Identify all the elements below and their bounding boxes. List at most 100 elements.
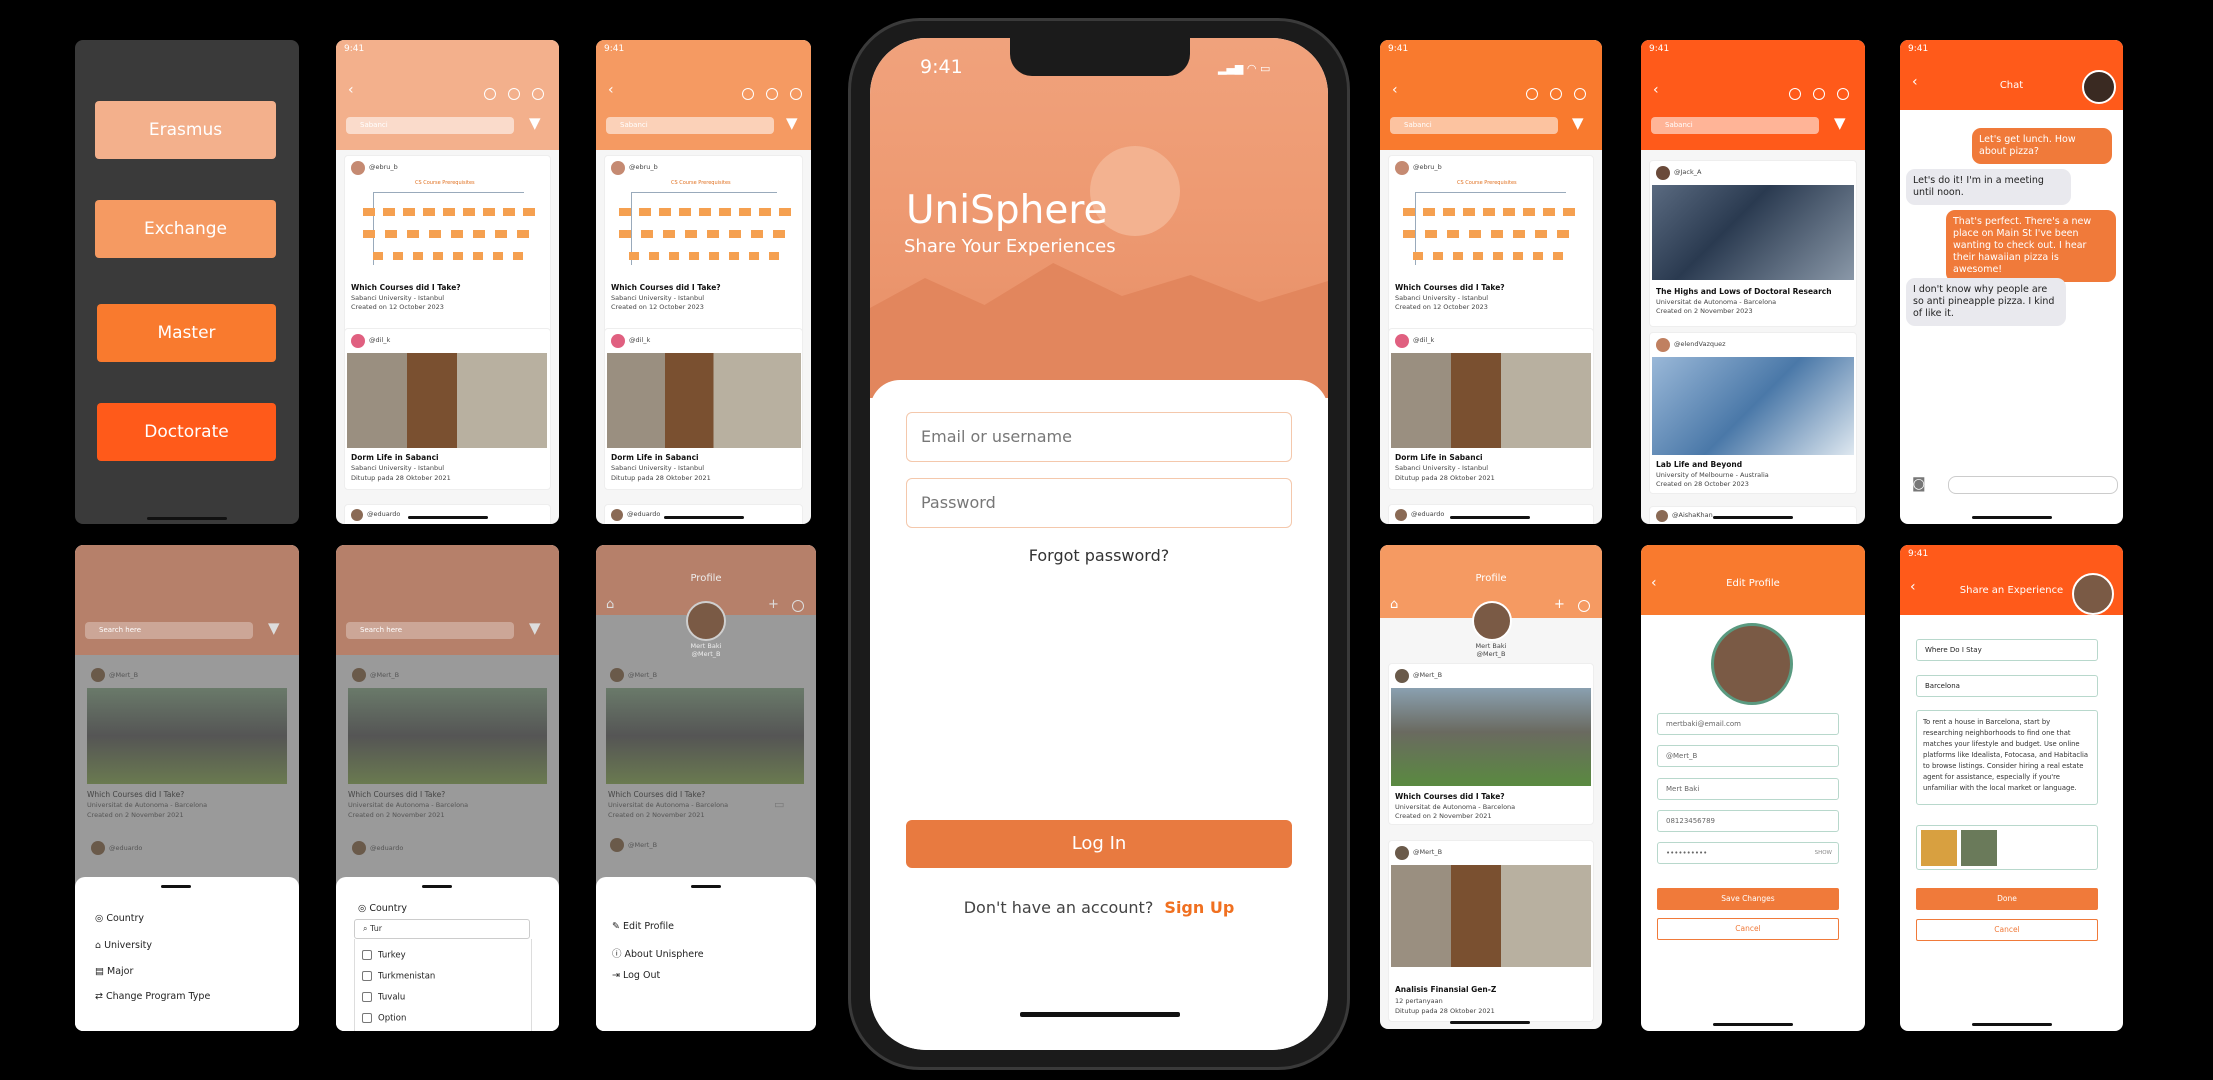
- country-search-input[interactable]: ⌕ Tur: [354, 919, 530, 939]
- post-title: Which Courses did I Take?: [1395, 283, 1505, 292]
- add-icon[interactable]: +: [1554, 597, 1565, 612]
- home-icon[interactable]: ⌂: [606, 597, 614, 612]
- edit-profile-item[interactable]: ✎ Edit Profile: [612, 921, 674, 932]
- filter-university[interactable]: ⌂ University: [95, 940, 152, 951]
- handle-field[interactable]: @Mert_B: [1657, 745, 1839, 767]
- search-input[interactable]: Search here: [85, 622, 253, 639]
- cancel-button[interactable]: Cancel: [1916, 919, 2098, 941]
- done-button[interactable]: Done: [1916, 888, 2098, 910]
- post-card[interactable]: @dil_k Dorm Life in Sabanci Sabanci Univ…: [1388, 328, 1594, 490]
- tagline: Share Your Experiences: [904, 236, 1116, 257]
- post-card[interactable]: @elendVazquez Lab Life and Beyond Univer…: [1649, 332, 1857, 494]
- post-card[interactable]: @eduardo: [344, 504, 551, 524]
- image-attachments[interactable]: [1916, 825, 2098, 870]
- cancel-button[interactable]: Cancel: [1657, 918, 1839, 940]
- back-icon[interactable]: ‹: [348, 82, 354, 98]
- home-icon[interactable]: ⌂: [1390, 597, 1398, 612]
- title-field[interactable]: Where Do I Stay: [1916, 639, 2098, 661]
- exchange-button[interactable]: Exchange: [95, 200, 276, 258]
- settings-icon[interactable]: [742, 88, 754, 100]
- email-field[interactable]: mertbaki@email.com: [1657, 713, 1839, 735]
- logout-item[interactable]: ⇥ Log Out: [612, 970, 660, 981]
- search-input[interactable]: Sabanci: [346, 117, 514, 134]
- profile-icon[interactable]: [532, 88, 544, 100]
- name-field[interactable]: Mert Baki: [1657, 778, 1839, 800]
- profile-avatar[interactable]: [1711, 623, 1793, 705]
- post-card[interactable]: @Mert_B Which Courses did I Take? Univer…: [1388, 663, 1594, 825]
- filter-country[interactable]: ◎ Country: [95, 913, 144, 924]
- password-field[interactable]: Password: [906, 478, 1292, 528]
- chat-icon[interactable]: [1813, 88, 1825, 100]
- post-university: Sabanci University - Istanbul: [1395, 464, 1489, 472]
- message-input[interactable]: [1948, 476, 2118, 494]
- signup-link[interactable]: Sign Up: [1164, 898, 1234, 917]
- location-field[interactable]: Barcelona: [1916, 675, 2098, 697]
- sheet-handle[interactable]: [422, 885, 452, 888]
- experience-body[interactable]: To rent a house in Barcelona, start by r…: [1916, 710, 2098, 805]
- dorm-photo: [607, 353, 801, 448]
- settings-icon[interactable]: [1578, 600, 1590, 612]
- filter-icon[interactable]: ▼: [268, 619, 280, 637]
- chat-icon[interactable]: [1550, 88, 1562, 100]
- post-subtitle: 12 pertanyaan: [1395, 997, 1443, 1005]
- filter-change-program-type[interactable]: ⇄ Change Program Type: [95, 991, 210, 1002]
- camera-icon[interactable]: ◙: [1912, 476, 1926, 492]
- post-card[interactable]: @ebru_b CS Course Prerequisites Which Co…: [344, 155, 551, 357]
- settings-icon[interactable]: [484, 88, 496, 100]
- search-input[interactable]: Sabanci: [1390, 117, 1558, 134]
- phone-field[interactable]: 08123456789: [1657, 810, 1839, 832]
- show-password-toggle[interactable]: SHOW: [1815, 843, 1832, 863]
- back-icon[interactable]: ‹: [1653, 82, 1659, 98]
- sheet-handle[interactable]: [691, 885, 721, 888]
- post-card[interactable]: @AishaKhan: [1649, 506, 1857, 524]
- profile-icon[interactable]: [1837, 88, 1849, 100]
- settings-icon[interactable]: [792, 600, 804, 612]
- contact-avatar[interactable]: [2082, 70, 2116, 104]
- sheet-handle[interactable]: [161, 885, 191, 888]
- filter-major[interactable]: ▤ Major: [95, 966, 133, 977]
- post-card[interactable]: @ebru_b CS Course Prerequisites Which Co…: [1388, 155, 1594, 357]
- post-card[interactable]: @Jack_A The Highs and Lows of Doctoral R…: [1649, 160, 1857, 327]
- search-input[interactable]: Sabanci: [1651, 117, 1819, 134]
- user-avatar[interactable]: [2072, 573, 2114, 615]
- email-field[interactable]: Email or username: [906, 412, 1292, 462]
- filter-icon[interactable]: ▼: [786, 114, 798, 132]
- erasmus-button[interactable]: Erasmus: [95, 101, 276, 159]
- settings-icon[interactable]: [1526, 88, 1538, 100]
- profile-icon[interactable]: [790, 88, 802, 100]
- password-field[interactable]: •••••••••• SHOW: [1657, 842, 1839, 864]
- save-changes-button[interactable]: Save Changes: [1657, 888, 1839, 910]
- filter-icon[interactable]: ▼: [1572, 114, 1584, 132]
- settings-icon[interactable]: [1789, 88, 1801, 100]
- chat-icon[interactable]: [766, 88, 778, 100]
- search-input[interactable]: Search here: [346, 622, 514, 639]
- filter-icon[interactable]: ▼: [529, 619, 541, 637]
- filter-icon[interactable]: ▼: [529, 114, 541, 132]
- profile-icon[interactable]: [1574, 88, 1586, 100]
- post-card[interactable]: @dil_k Dorm Life in Sabanci Sabanci Univ…: [344, 328, 551, 490]
- back-icon[interactable]: ‹: [608, 82, 614, 98]
- avatar: [610, 668, 624, 682]
- country-option[interactable]: Turkmenistan: [362, 971, 435, 982]
- post-card[interactable]: @Mert_B Analisis Finansial Gen-Z 12 pert…: [1388, 840, 1594, 1022]
- post-card[interactable]: @dil_k Dorm Life in Sabanci Sabanci Univ…: [604, 328, 803, 490]
- filter-icon[interactable]: ▼: [1834, 114, 1846, 132]
- comment-icon[interactable]: ▭: [774, 798, 784, 811]
- forgot-password-link[interactable]: Forgot password?: [870, 546, 1328, 565]
- master-button[interactable]: Master: [97, 304, 276, 362]
- post-title: Dorm Life in Sabanci: [351, 453, 439, 462]
- back-icon[interactable]: ‹: [1392, 82, 1398, 98]
- doctorate-button[interactable]: Doctorate: [97, 403, 276, 461]
- login-button[interactable]: Log In: [906, 820, 1292, 868]
- about-item[interactable]: ⓘ About Unisphere: [612, 946, 704, 960]
- add-icon[interactable]: +: [768, 597, 779, 612]
- post-card[interactable]: @ebru_b CS Course Prerequisites Which Co…: [604, 155, 803, 357]
- search-input[interactable]: Sabanci: [606, 117, 774, 134]
- research-photo: [1652, 185, 1854, 280]
- country-option[interactable]: Tuvalu: [362, 992, 405, 1003]
- chat-icon[interactable]: [508, 88, 520, 100]
- country-option[interactable]: Option: [362, 1013, 406, 1024]
- post-card[interactable]: @eduardo: [1388, 504, 1594, 524]
- country-option[interactable]: Turkey: [362, 950, 406, 961]
- post-card[interactable]: @eduardo: [604, 504, 803, 524]
